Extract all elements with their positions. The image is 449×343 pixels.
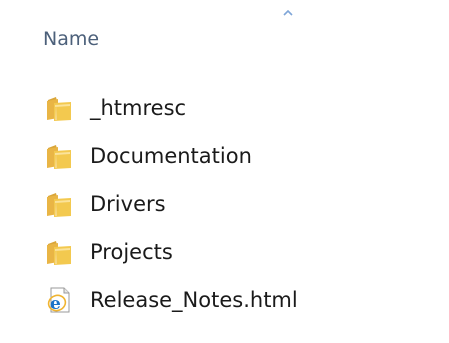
file-item-documentation[interactable]: Documentation: [46, 132, 426, 180]
svg-text:e: e: [50, 294, 61, 314]
file-item-release-notes[interactable]: e Release_Notes.html: [46, 276, 426, 324]
file-item-projects[interactable]: Projects: [46, 228, 426, 276]
file-name: Release_Notes.html: [90, 288, 298, 312]
file-item-htmresc[interactable]: _htmresc: [46, 84, 426, 132]
file-name: Documentation: [90, 144, 252, 168]
folder-icon: [47, 145, 71, 169]
file-name: _htmresc: [90, 96, 187, 120]
folder-icon: [47, 97, 71, 121]
folder-icon: [47, 193, 71, 217]
file-list: _htmresc Documentation Drivers Projects …: [46, 84, 426, 324]
sort-ascending-icon: [283, 10, 293, 16]
name-column-header[interactable]: Name: [43, 26, 99, 52]
file-name: Drivers: [90, 192, 166, 216]
file-name: Projects: [90, 240, 173, 264]
file-item-drivers[interactable]: Drivers: [46, 180, 426, 228]
explorer-file-pane: Name _htmresc Documentation Drivers Proj…: [0, 0, 449, 343]
ie-html-file-icon: e: [47, 287, 70, 314]
folder-icon: [47, 241, 71, 265]
